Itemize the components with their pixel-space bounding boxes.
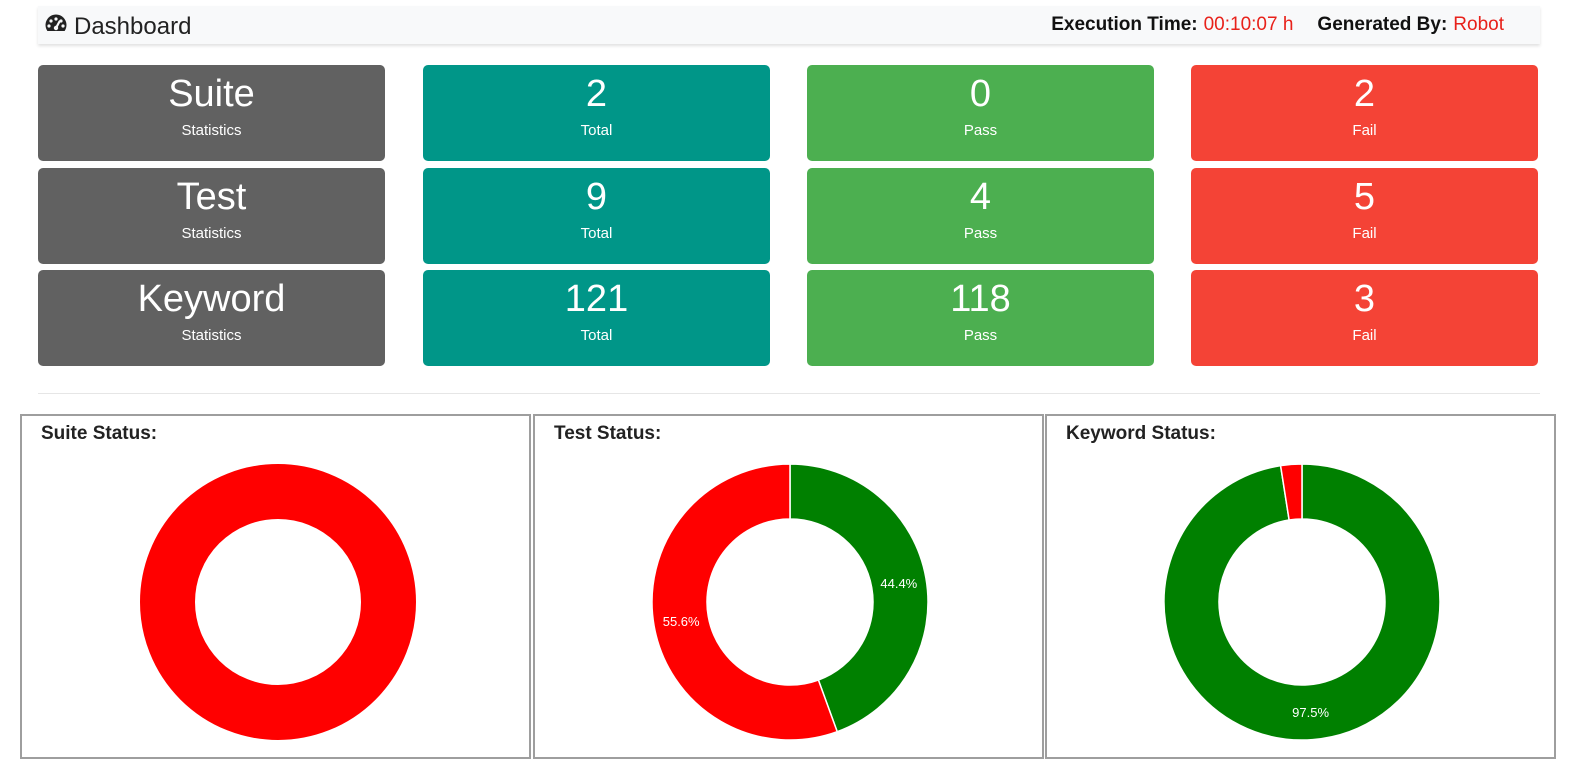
dashboard-icon: [44, 12, 68, 41]
card-label: Pass: [963, 327, 998, 344]
card-label: Pass: [963, 122, 998, 139]
donut-slice-fail[interactable]: [140, 464, 416, 740]
keyword-status-panel: Keyword Status: 97.5%: [1045, 414, 1556, 759]
card-title: Test: [176, 176, 247, 218]
card-value: 118: [950, 278, 1011, 320]
card-value: 3: [1353, 278, 1376, 320]
donut-slice-label: 44.4%: [880, 576, 917, 591]
test-status-donut[interactable]: 44.4% 55.6%: [535, 416, 1042, 757]
donut-slice-label: 55.6%: [663, 614, 700, 629]
card-label: Total: [580, 225, 613, 242]
card-value: 4: [969, 176, 992, 218]
keyword-fail-card: 3 Fail: [1191, 270, 1538, 366]
keyword-statistics-card: Keyword Statistics: [38, 270, 385, 366]
top-navbar: Dashboard Execution Time: 00:10:07 h Gen…: [38, 6, 1540, 44]
card-value: 2: [1353, 73, 1376, 115]
suite-total-card: 2 Total: [423, 65, 770, 161]
card-label: Fail: [1352, 327, 1377, 344]
section-divider: [38, 393, 1540, 394]
test-status-panel: Test Status: 44.4% 55.6%: [533, 414, 1044, 759]
card-subtitle: Statistics: [181, 122, 242, 139]
execution-time-label: Execution Time:: [1051, 14, 1198, 35]
card-value: 0: [969, 73, 992, 115]
card-label: Fail: [1352, 225, 1377, 242]
keyword-pass-card: 118 Pass: [807, 270, 1154, 366]
execution-time-value: 00:10:07 h: [1203, 14, 1294, 35]
execution-meta: Execution Time: 00:10:07 h Generated By:…: [1051, 14, 1504, 36]
generated-by-label: Generated By:: [1317, 14, 1448, 35]
brand[interactable]: Dashboard: [44, 12, 191, 41]
keyword-status-donut[interactable]: 97.5%: [1047, 416, 1554, 757]
suite-fail-card: 2 Fail: [1191, 65, 1538, 161]
card-label: Pass: [963, 225, 998, 242]
card-label: Fail: [1352, 122, 1377, 139]
suite-status-donut[interactable]: [22, 416, 529, 757]
keyword-total-card: 121 Total: [423, 270, 770, 366]
test-statistics-card: Test Statistics: [38, 168, 385, 264]
suite-status-panel: Suite Status:: [20, 414, 531, 759]
generated-by-value: Robot: [1453, 14, 1504, 35]
test-fail-card: 5 Fail: [1191, 168, 1538, 264]
suite-pass-card: 0 Pass: [807, 65, 1154, 161]
card-label: Total: [580, 327, 613, 344]
card-subtitle: Statistics: [181, 327, 242, 344]
card-value: 2: [585, 73, 608, 115]
card-title: Keyword: [137, 278, 286, 320]
suite-statistics-card: Suite Statistics: [38, 65, 385, 161]
card-value: 9: [585, 176, 608, 218]
card-subtitle: Statistics: [181, 225, 242, 242]
test-pass-card: 4 Pass: [807, 168, 1154, 264]
donut-slice-label: 97.5%: [1292, 705, 1329, 720]
card-value: 5: [1353, 176, 1376, 218]
page-title: Dashboard: [74, 12, 192, 40]
card-value: 121: [564, 278, 629, 320]
test-total-card: 9 Total: [423, 168, 770, 264]
card-label: Total: [580, 122, 613, 139]
card-title: Suite: [168, 73, 255, 115]
